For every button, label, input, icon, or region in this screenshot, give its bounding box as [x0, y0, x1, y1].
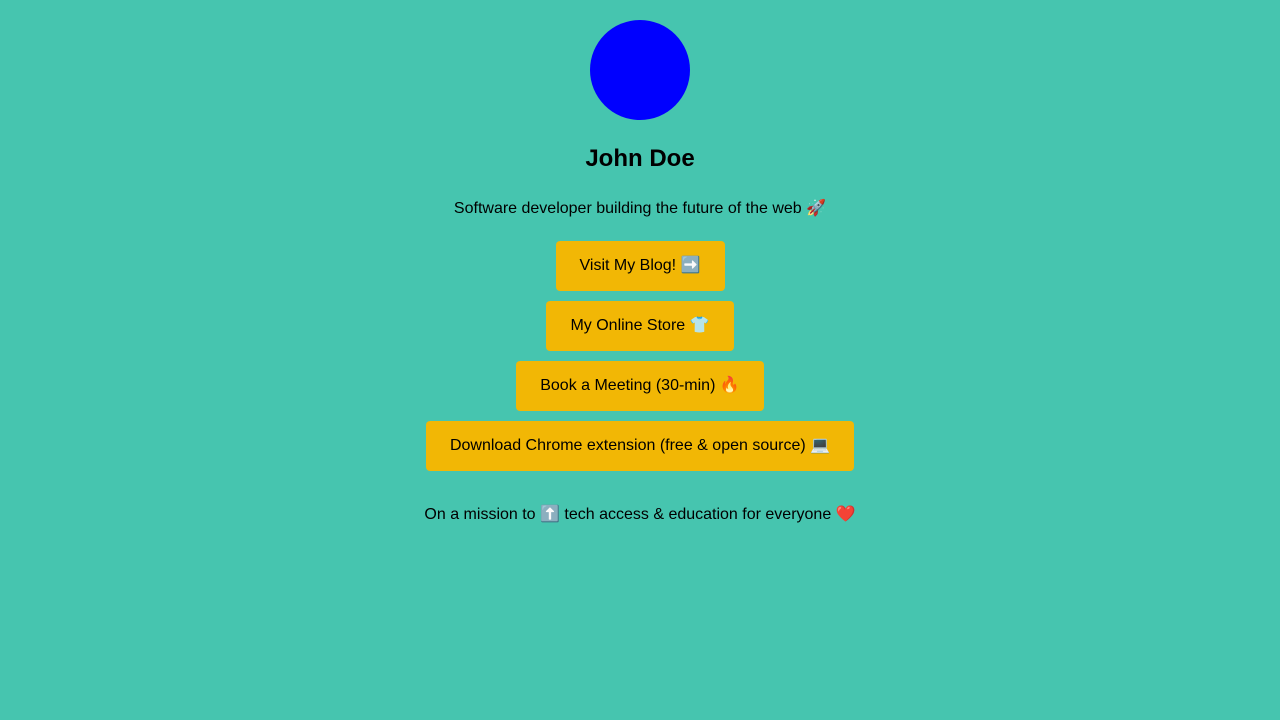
profile-page: John Doe Software developer building the…: [0, 0, 1280, 720]
blog-link-button[interactable]: Visit My Blog! ➡️: [555, 241, 725, 291]
book-meeting-link-button[interactable]: Book a Meeting (30-min) 🔥: [516, 361, 764, 411]
chrome-extension-link-button[interactable]: Download Chrome extension (free & open s…: [425, 421, 855, 471]
link-list: Visit My Blog! ➡️ My Online Store 👕 Book…: [0, 241, 1280, 481]
avatar: [590, 20, 690, 120]
profile-bio: Software developer building the future o…: [453, 200, 827, 217]
mission-statement: On a mission to ⬆️ tech access & educati…: [424, 506, 856, 523]
online-store-link-button[interactable]: My Online Store 👕: [546, 301, 734, 351]
profile-name: John Doe: [585, 145, 695, 172]
